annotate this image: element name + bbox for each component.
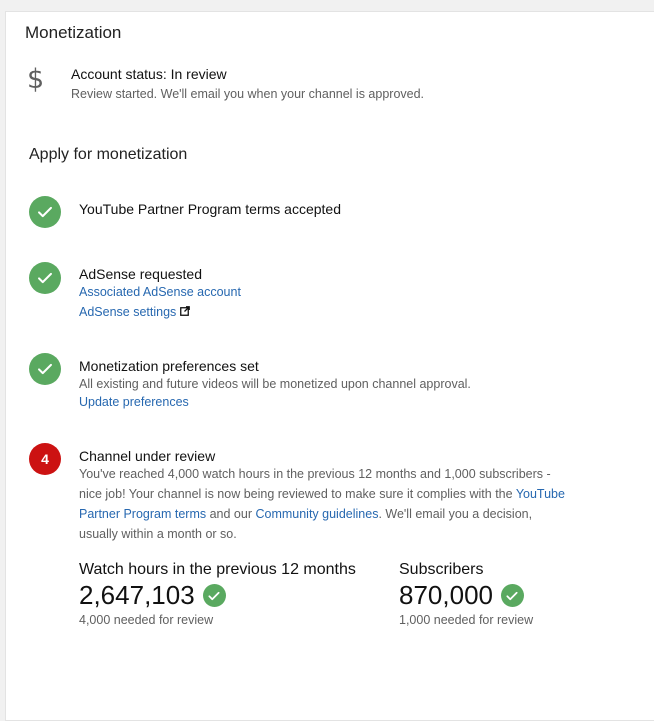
step-complete-check-icon <box>29 196 61 228</box>
account-status-title: Account status: In review <box>71 66 227 82</box>
dollar-icon: $ <box>27 64 45 95</box>
apply-section-title: Apply for monetization <box>29 146 188 163</box>
step-adsense-title: AdSense requested <box>79 266 202 282</box>
step-review-description: You've reached 4,000 watch hours in the … <box>79 464 569 544</box>
review-text-2: and our <box>206 507 256 521</box>
adsense-settings-link[interactable]: AdSense settings <box>79 305 191 319</box>
step-review-title: Channel under review <box>79 448 216 464</box>
check-icon <box>202 584 226 607</box>
watch-hours-value: 2,647,103 <box>79 580 195 610</box>
page-title: Monetization <box>25 23 122 42</box>
subscribers-stat: 870,000 <box>399 580 524 611</box>
step-number-badge: 4 <box>29 443 61 475</box>
external-link-icon <box>180 305 191 319</box>
associated-adsense-account-link[interactable]: Associated AdSense account <box>79 285 241 299</box>
step-preferences-title: Monetization preferences set <box>79 358 259 374</box>
subscribers-note: 1,000 needed for review <box>399 613 534 627</box>
check-icon <box>500 584 524 607</box>
step-complete-check-icon <box>29 353 61 385</box>
adsense-settings-label: AdSense settings <box>79 305 177 319</box>
subscribers-label: Subscribers <box>399 561 484 578</box>
watch-hours-stat: 2,647,103 <box>79 580 226 611</box>
watch-hours-label: Watch hours in the previous 12 months <box>79 561 356 578</box>
step-complete-check-icon <box>29 262 61 294</box>
review-text-1: You've reached 4,000 watch hours in the … <box>79 467 551 501</box>
step-preferences-description: All existing and future videos will be m… <box>79 377 471 391</box>
update-preferences-link[interactable]: Update preferences <box>79 395 189 409</box>
step-terms-title: YouTube Partner Program terms accepted <box>79 201 341 217</box>
account-status-subtitle: Review started. We'll email you when you… <box>71 87 425 101</box>
community-guidelines-link[interactable]: Community guidelines <box>255 507 378 521</box>
watch-hours-note: 4,000 needed for review <box>79 613 214 627</box>
subscribers-value: 870,000 <box>399 580 493 610</box>
